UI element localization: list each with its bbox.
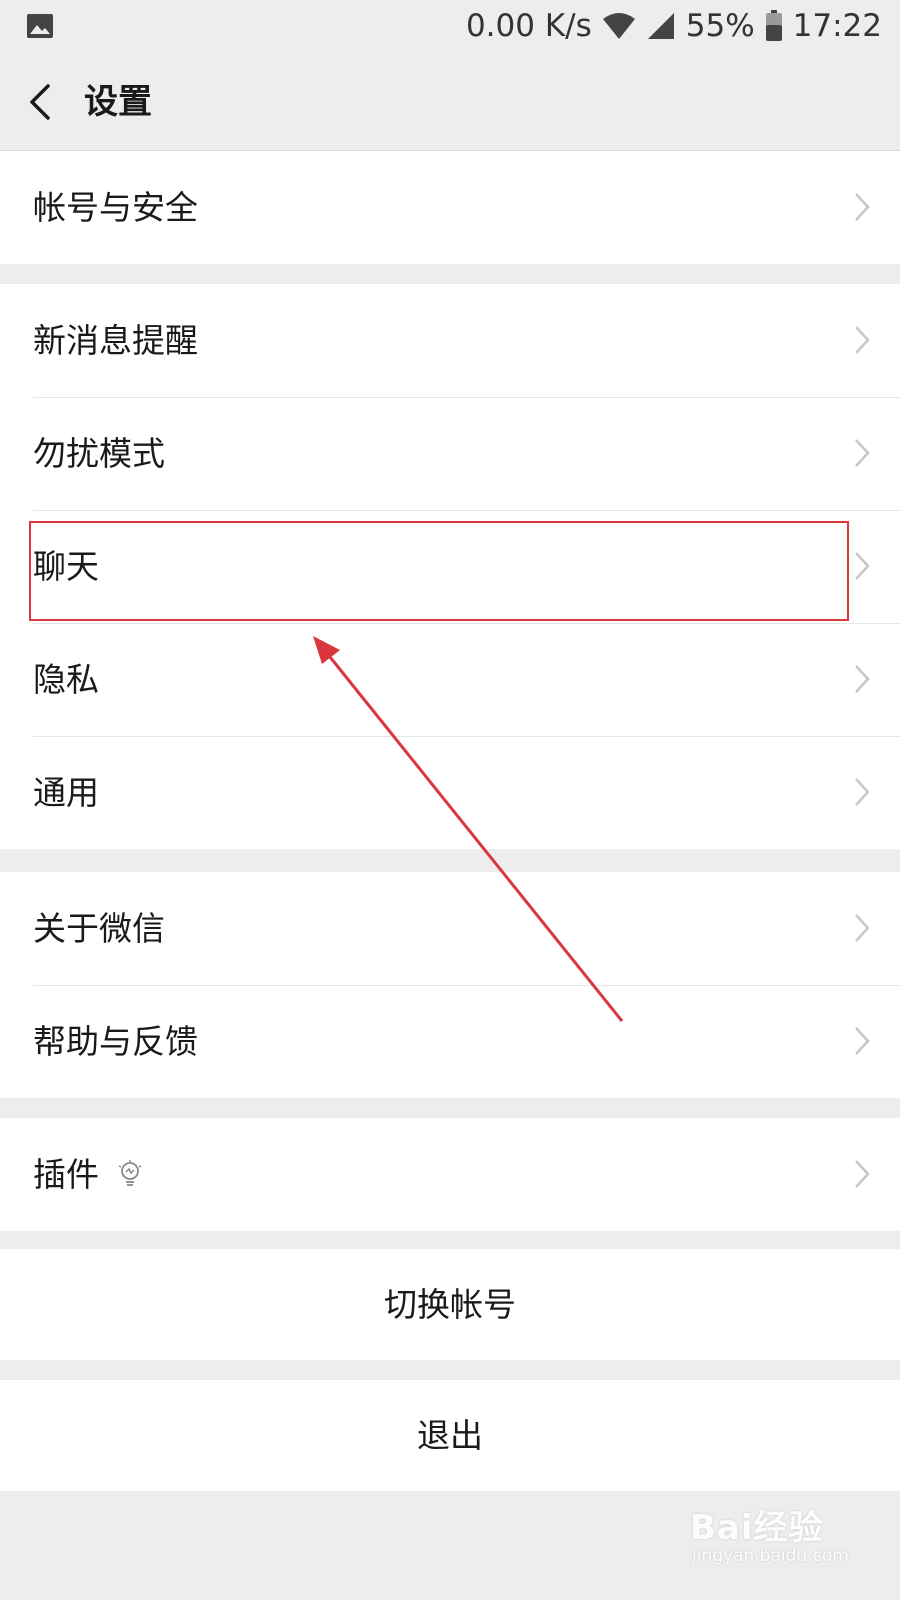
chevron-right-icon: [855, 326, 870, 354]
settings-group-main: 新消息提醒 勿扰模式 聊天 隐私 通用: [0, 284, 900, 849]
chevron-right-icon: [855, 193, 870, 221]
settings-item-help-feedback[interactable]: 帮助与反馈: [0, 985, 900, 1098]
settings-item-plugins[interactable]: 插件: [0, 1118, 900, 1231]
settings-item-label: 关于微信: [33, 909, 165, 948]
settings-item-label: 新消息提醒: [33, 321, 198, 360]
chevron-right-icon: [855, 439, 870, 467]
watermark-main-text: Bai经验: [690, 1508, 824, 1548]
settings-item-label: 插件: [33, 1155, 99, 1194]
battery-percent: 55%: [685, 8, 755, 44]
status-bar: 0.00 K/s 55% 17:22: [0, 0, 900, 52]
network-speed: 0.00 K/s: [465, 8, 592, 44]
settings-item-about-wechat[interactable]: 关于微信: [0, 872, 900, 985]
chevron-right-icon: [855, 1027, 870, 1055]
settings-item-label: 聊天: [33, 547, 99, 586]
battery-icon: [765, 10, 782, 41]
settings-item-account-security[interactable]: 帐号与安全: [0, 151, 900, 264]
chevron-right-icon: [855, 1160, 870, 1188]
chevron-right-icon: [855, 778, 870, 806]
status-right: 0.00 K/s 55% 17:22: [466, 6, 882, 46]
settings-item-label: 帐号与安全: [33, 188, 198, 227]
settings-item-label: 隐私: [33, 660, 99, 699]
settings-group-account: 帐号与安全: [0, 151, 900, 264]
signal-icon: [647, 13, 674, 39]
baidu-jingyan-watermark: Bai经验 jingyan.baidu.com: [690, 1500, 880, 1580]
chevron-right-icon: [855, 552, 870, 580]
wifi-icon: [602, 13, 635, 39]
settings-group-plugins: 插件: [0, 1118, 900, 1231]
settings-item-general[interactable]: 通用: [0, 736, 900, 849]
gallery-notification-icon: [27, 14, 53, 38]
settings-item-label: 勿扰模式: [33, 434, 165, 473]
settings-item-label: 帮助与反馈: [33, 1022, 198, 1061]
settings-item-notifications[interactable]: 新消息提醒: [0, 284, 900, 397]
back-arrow-icon[interactable]: [26, 82, 56, 122]
settings-item-privacy[interactable]: 隐私: [0, 623, 900, 736]
settings-item-do-not-disturb[interactable]: 勿扰模式: [0, 397, 900, 510]
page-title: 设置: [84, 82, 152, 122]
chevron-right-icon: [855, 665, 870, 693]
watermark-sub-text: jingyan.baidu.com: [692, 1546, 849, 1566]
clock: 17:22: [792, 8, 882, 44]
settings-item-label: 通用: [33, 773, 99, 812]
lightbulb-icon: [118, 1160, 142, 1186]
title-bar: 设置: [0, 52, 900, 151]
settings-group-about: 关于微信 帮助与反馈: [0, 872, 900, 1098]
chevron-right-icon: [855, 914, 870, 942]
switch-account-button[interactable]: 切换帐号: [0, 1249, 900, 1360]
logout-button[interactable]: 退出: [0, 1380, 900, 1491]
settings-item-chat[interactable]: 聊天: [0, 510, 900, 623]
